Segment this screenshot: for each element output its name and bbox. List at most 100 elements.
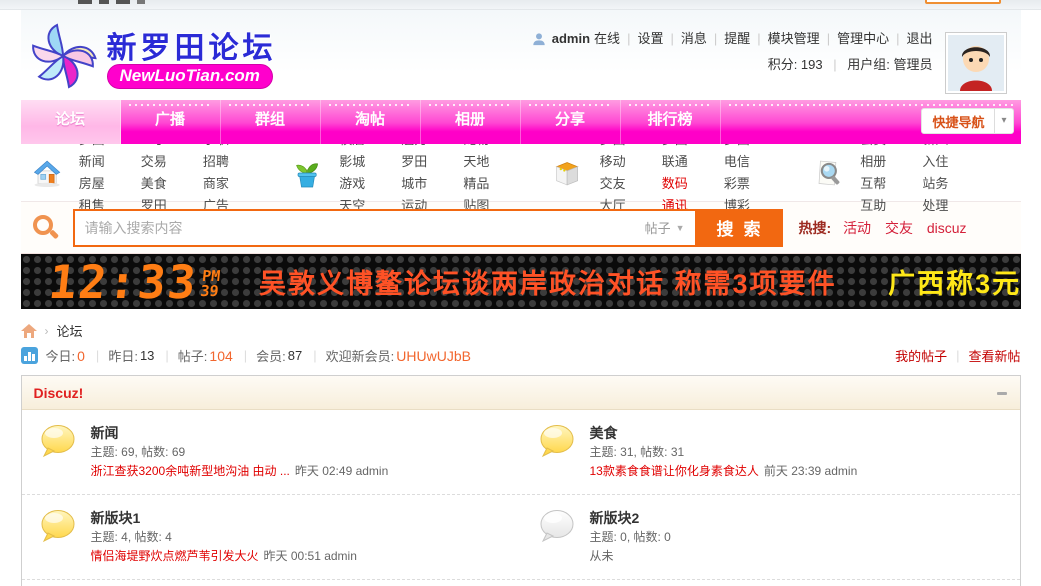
last-post-link[interactable]: 情侣海堤野炊点燃芦苇引发大火 <box>91 549 259 563</box>
news-ticker: 12:33 PM 39 吴敦义博鳌论坛谈两岸政治对话 称需3项要件 广西称3元营… <box>20 254 1021 309</box>
forum-category-panel: Discuz! 新闻 主题: 69, 帖数: 69 浙江查获3200余吨新型地沟… <box>20 375 1021 586</box>
search-input[interactable] <box>74 210 641 245</box>
last-post-link[interactable]: 13款素食食谱让你化身素食达人 <box>590 464 759 478</box>
forum-cell-new2c: 新版块2 主题: 0, 帖数: 0 <box>521 580 1020 586</box>
site-logo[interactable]: 新罗田论坛 NewLuoTian.com <box>27 20 277 92</box>
yesterday-label: 昨日: <box>108 349 138 364</box>
led-clock: 12:33 PM 39 <box>46 255 221 309</box>
newest-member-label: 欢迎新会员: <box>325 349 395 364</box>
category-title[interactable]: Discuz! <box>34 385 996 401</box>
forum-stats: 主题: 4, 帖数: 4 <box>90 530 172 544</box>
newest-member-link[interactable]: UHUwUJbB <box>396 348 471 364</box>
site-domain: NewLuoTian.com <box>106 64 273 89</box>
house-icon <box>31 151 63 195</box>
last-post-meta: 昨天 00:51 admin <box>263 549 357 563</box>
chevron-down-icon[interactable]: ▾ <box>994 109 1012 133</box>
messages-link[interactable]: 消息 <box>681 26 707 52</box>
hot-link-activity[interactable]: 活动 <box>843 220 871 236</box>
today-value: 0 <box>77 347 85 364</box>
last-post-link[interactable]: 浙江查获3200余吨新型地沟油 由动 ... <box>91 464 290 478</box>
breadcrumb: › 论坛 <box>21 321 1021 340</box>
tab-taotie[interactable]: 淘帖 <box>321 100 421 144</box>
forum-cell-new2: 新版块2 主题: 0, 帖数: 0 从未 <box>521 495 1020 579</box>
quick-nav-button[interactable]: 快捷导航 ▾ <box>921 108 1014 134</box>
forum-name-link[interactable]: 新版块1 <box>91 508 357 528</box>
user-icon <box>532 32 546 46</box>
forum-cell-food: 美食 主题: 31, 帖数: 31 13款素食食谱让你化身素食达人 前天 23:3… <box>521 410 1020 494</box>
hot-search-label: 热搜: <box>798 219 832 236</box>
tab-ranking[interactable]: 排行榜 <box>621 100 721 144</box>
box-icon <box>551 151 583 195</box>
subnav-link[interactable]: 站务处理 <box>922 173 960 217</box>
forum-name-link[interactable]: 新闻 <box>91 423 389 443</box>
logout-link[interactable]: 退出 <box>906 26 932 52</box>
admin-center-link[interactable]: 管理中心 <box>837 26 889 52</box>
tab-groups[interactable]: 群组 <box>221 100 321 144</box>
hot-link-discuz[interactable]: discuz <box>927 220 967 236</box>
my-posts-link[interactable]: 我的帖子 <box>895 346 947 365</box>
forum-name-link[interactable]: 美食 <box>590 423 858 443</box>
ticker-headline-1: 吴敦义博鳌论坛谈两岸政治对话 称需3项要件 <box>259 269 837 299</box>
speech-bubble-icon <box>38 508 78 545</box>
posts-value: 104 <box>209 347 233 364</box>
subnav-link[interactable]: 互帮互助 <box>860 173 898 217</box>
forum-cell-new2b: 新版块2 主题: 0, 帖数: 0 <box>22 580 521 586</box>
forum-stats: 主题: 0, 帖数: 0 <box>589 530 671 544</box>
speech-bubble-icon-gray <box>537 508 577 545</box>
search-button[interactable]: 搜索 <box>694 210 781 245</box>
tab-forum[interactable]: 论坛 <box>20 100 121 144</box>
forum-cell-new1: 新版块1 主题: 4, 帖数: 4 情侣海堤野炊点燃芦苇引发大火 昨天 00:51… <box>22 495 521 579</box>
forum-row: 新版块2 主题: 0, 帖数: 0 新版块2 主题: 0, 帖数: 0 <box>21 579 1020 586</box>
magnifier-doc-icon <box>812 151 844 195</box>
breadcrumb-current[interactable]: 论坛 <box>57 321 83 340</box>
members-label: 会员: <box>256 349 286 364</box>
last-post-meta: 从未 <box>589 549 614 563</box>
tab-share[interactable]: 分享 <box>521 100 621 144</box>
speech-bubble-icon <box>537 423 577 460</box>
clipped-title-fragment <box>78 0 145 4</box>
username-link[interactable]: admin <box>552 26 590 52</box>
forum-name-link[interactable]: 新版块2 <box>590 508 671 528</box>
clock-seconds: 39 <box>199 281 220 300</box>
search-scope-select[interactable]: 帖子 ▼ <box>641 211 695 245</box>
avatar[interactable] <box>944 32 1007 94</box>
home-icon[interactable] <box>21 324 37 338</box>
chevron-down-icon: ▼ <box>675 222 685 233</box>
site-header: 新罗田论坛 NewLuoTian.com admin 在线 | 设置 | 消息 … <box>20 10 1021 100</box>
forum-row: 新版块1 主题: 4, 帖数: 4 情侣海堤野炊点燃芦苇引发大火 昨天 00:51… <box>21 494 1020 579</box>
sub-nav: 罗田新闻房屋租售 二手交易美食罗田 求职招聘商家广告 横店影城游戏天空 魅力罗田… <box>20 132 1021 213</box>
collapse-icon[interactable] <box>996 387 1008 399</box>
members-value: 87 <box>287 348 303 363</box>
forum-row: 新闻 主题: 69, 帖数: 69 浙江查获3200余吨新型地沟油 由动 ...… <box>22 410 1020 494</box>
category-header: Discuz! <box>21 376 1020 410</box>
user-panel: admin 在线 | 设置 | 消息 | 提醒 | 模块管理 | 管理中心 | … <box>532 26 933 78</box>
posts-label: 帖子: <box>177 349 208 364</box>
chart-icon <box>20 347 38 364</box>
hot-link-friends[interactable]: 交友 <box>885 220 913 236</box>
reminders-link[interactable]: 提醒 <box>724 26 750 52</box>
tab-broadcast[interactable]: 广播 <box>121 100 221 144</box>
site-title: 新罗田论坛 <box>106 32 277 65</box>
usergroup-value: 用户组: 管理员 <box>847 57 933 72</box>
avatar-image <box>948 35 1004 91</box>
main-nav: 论坛 广播 群组 淘帖 相册 分享 排行榜 快捷导航 ▾ <box>20 100 1021 144</box>
search-icon <box>31 213 61 243</box>
pinwheel-logo-icon <box>27 20 99 92</box>
today-label: 今日: <box>45 349 76 364</box>
ticker-headline-2: 广西称3元营养补助被供货 <box>888 269 1021 299</box>
search-scope-value: 帖子 <box>644 221 671 236</box>
credits-value: 积分: 193 <box>767 57 823 72</box>
last-post-meta: 昨天 02:49 admin <box>294 464 389 478</box>
tab-albums[interactable]: 相册 <box>421 100 521 144</box>
browser-top-strip <box>0 0 1041 10</box>
quick-nav-label: 快捷导航 <box>932 114 985 130</box>
online-status: 在线 <box>594 31 621 46</box>
settings-link[interactable]: 设置 <box>637 26 663 52</box>
speech-bubble-icon <box>38 423 78 460</box>
stats-bar: 今日: 0 | 昨日: 13 | 帖子: 104 | 会员: 87 | 欢迎新会… <box>20 346 1021 365</box>
module-admin-link[interactable]: 模块管理 <box>768 26 820 52</box>
forum-cell-news: 新闻 主题: 69, 帖数: 69 浙江查获3200余吨新型地沟油 由动 ...… <box>22 410 521 494</box>
forum-stats: 主题: 69, 帖数: 69 <box>90 445 186 459</box>
clipped-orange-fragment <box>925 0 1001 4</box>
view-new-posts-link[interactable]: 查看新帖 <box>968 346 1020 365</box>
